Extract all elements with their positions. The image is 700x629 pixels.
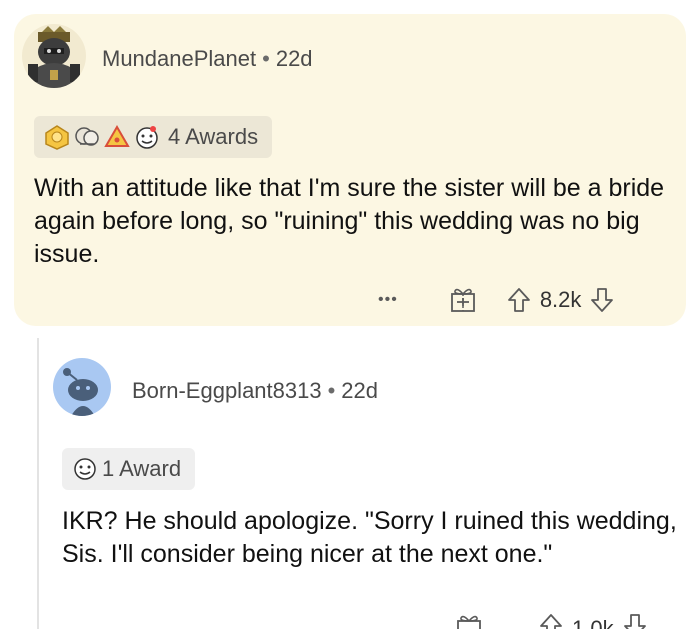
comment-meta: MundanePlanet • 22d — [102, 46, 313, 72]
upvote-icon[interactable] — [506, 286, 532, 314]
vote-score: 1.0k — [572, 616, 614, 629]
comment-body: With an attitude like that I'm sure the … — [34, 174, 665, 268]
user-avatar[interactable] — [22, 24, 86, 88]
helpful-award-icon — [104, 125, 130, 147]
comment-meta: Born-Eggplant8313 • 22d — [132, 378, 378, 404]
awards-badge[interactable]: 1 Award — [62, 448, 196, 490]
gold-award-icon — [45, 125, 69, 150]
face-award-icon — [136, 126, 158, 149]
username[interactable]: MundanePlanet — [102, 46, 256, 71]
thread-line[interactable] — [37, 338, 39, 629]
comment-actions: ••• 8.2k — [378, 285, 615, 315]
downvote-icon[interactable] — [622, 612, 648, 629]
meta-separator: • — [327, 378, 336, 403]
comment-actions: 1.0k — [454, 612, 648, 629]
comment-age: 22d — [341, 378, 379, 403]
comment-age: 22d — [275, 46, 313, 71]
vote-score: 8.2k — [539, 287, 582, 312]
meta-separator: • — [262, 46, 270, 71]
gift-award-icon[interactable] — [448, 285, 478, 315]
username[interactable]: Born-Eggplant8313 — [132, 378, 322, 403]
face-award-icon — [74, 458, 96, 480]
awards-badge[interactable]: 4 Awards — [34, 116, 273, 158]
gift-award-icon[interactable] — [454, 612, 484, 629]
robot-avatar-icon — [28, 26, 80, 88]
awards-count: 1 Award — [102, 456, 182, 481]
user-avatar[interactable] — [53, 358, 111, 416]
awards-count: 4 Awards — [168, 124, 259, 149]
downvote-icon[interactable] — [589, 286, 615, 314]
comment-body: IKR? He should apologize. "Sorry I ruine… — [62, 507, 677, 568]
more-options-button[interactable]: ••• — [378, 291, 398, 309]
snoo-avatar-icon — [63, 368, 98, 416]
upvote-icon[interactable] — [538, 612, 564, 629]
wholesome-award-icon — [75, 127, 99, 146]
